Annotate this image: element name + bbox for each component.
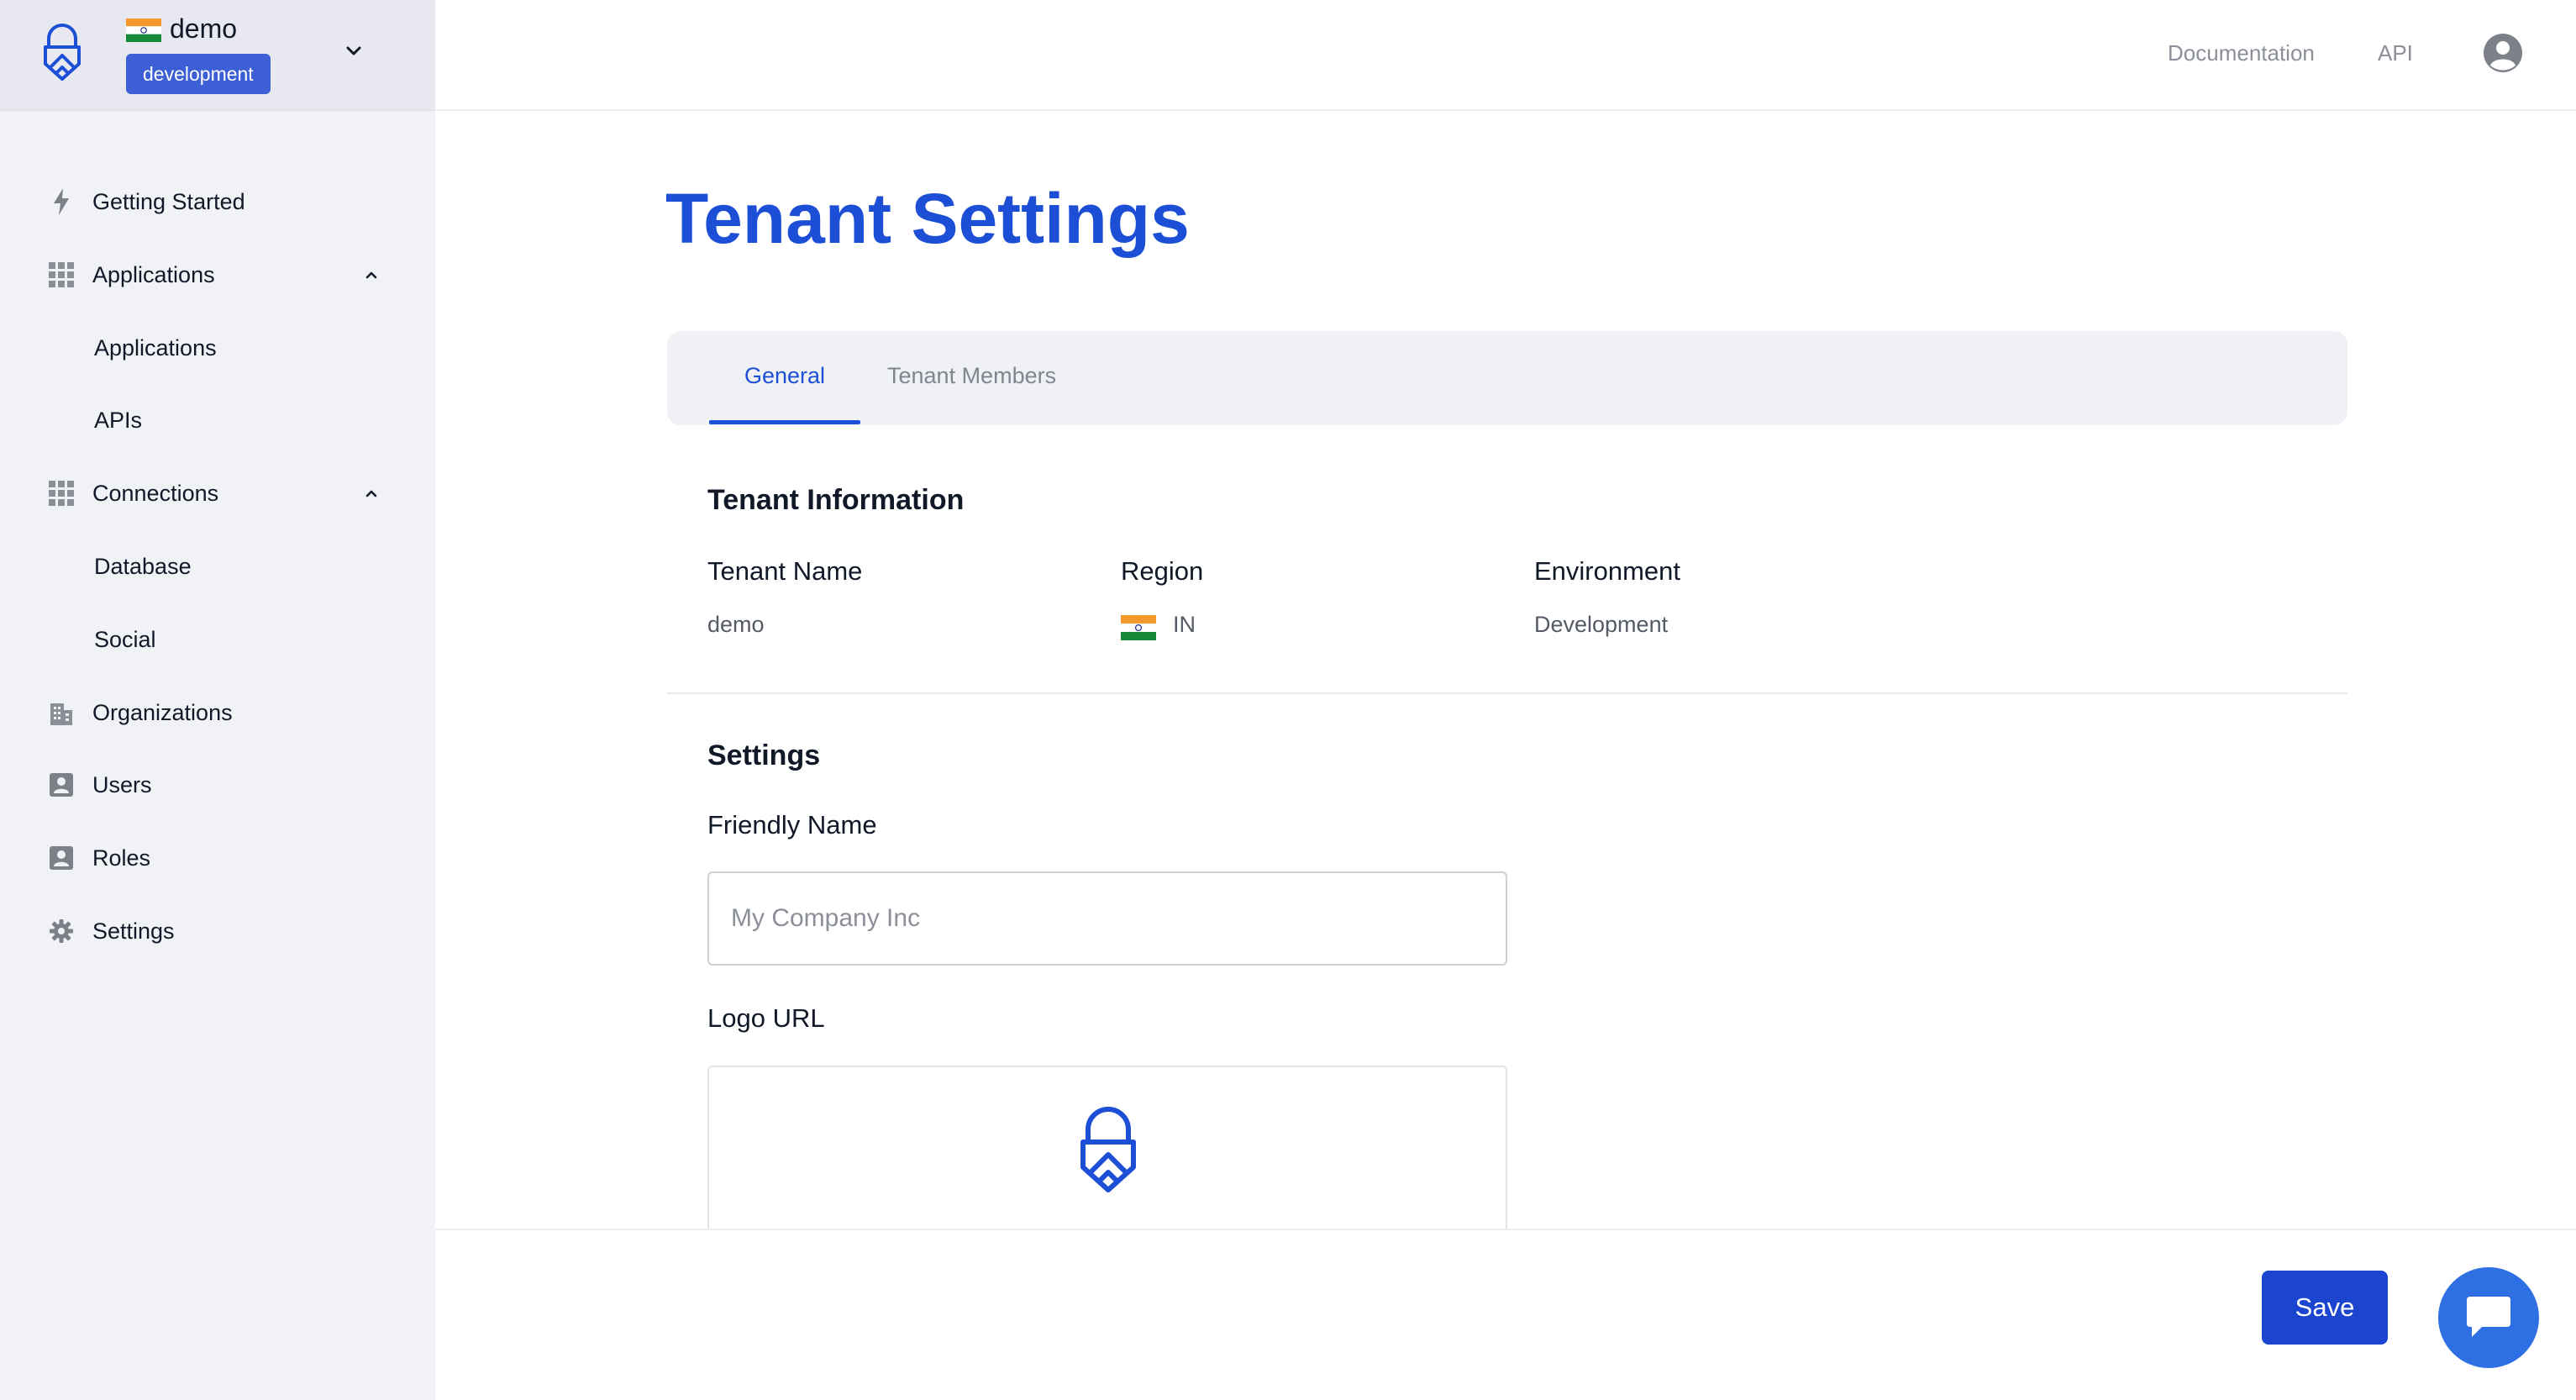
chevron-up-icon[interactable] — [361, 265, 381, 285]
sidebar-item-label: Settings — [92, 918, 175, 944]
tab-tenant-members[interactable]: Tenant Members — [887, 363, 1056, 389]
gear-icon — [47, 917, 76, 945]
sidebar-item-roles[interactable]: Roles — [0, 831, 435, 885]
region-label: Region — [1121, 556, 1204, 586]
documentation-link[interactable]: Documentation — [2168, 40, 2315, 66]
sidebar-item-users[interactable]: Users — [0, 758, 435, 812]
api-link[interactable]: API — [2378, 40, 2413, 66]
sidebar: demo development Getting Started Applica… — [0, 0, 435, 1400]
sidebar-item-label: Getting Started — [92, 188, 245, 214]
tab-general[interactable]: General — [744, 363, 825, 389]
sidebar-item-applications-group[interactable]: Applications — [0, 248, 435, 302]
logo-url-label: Logo URL — [707, 1003, 825, 1033]
sidebar-item-label: Applications — [94, 334, 217, 361]
brand-shield-logo-icon — [44, 24, 81, 81]
india-flag-icon — [1121, 615, 1156, 640]
india-flag-icon — [126, 18, 161, 42]
friendly-name-input[interactable] — [707, 871, 1507, 966]
building-icon — [47, 698, 76, 727]
region-value: IN — [1173, 612, 1196, 637]
tenant-information-title: Tenant Information — [707, 484, 965, 516]
chat-support-button[interactable] — [2438, 1267, 2539, 1368]
section-divider — [667, 692, 2347, 694]
sidebar-item-social[interactable]: Social — [0, 613, 435, 666]
lightning-icon — [47, 187, 76, 216]
sidebar-item-label: Connections — [92, 480, 219, 506]
environment-value: Development — [1534, 612, 1669, 637]
tenant-name-label: Tenant Name — [707, 556, 863, 586]
brand-shield-logo-icon — [1080, 1107, 1136, 1192]
save-button[interactable]: Save — [2262, 1271, 2388, 1345]
sidebar-item-label: Organizations — [92, 699, 233, 725]
grid-icon — [47, 261, 76, 289]
chevron-down-icon[interactable] — [341, 39, 366, 64]
settings-tabs: General Tenant Members — [667, 331, 2347, 425]
sidebar-item-settings[interactable]: Settings — [0, 904, 435, 958]
sidebar-item-label: Roles — [92, 845, 151, 871]
contact-card-icon — [47, 771, 76, 799]
sidebar-item-label: Applications — [92, 261, 215, 287]
footer-bar — [435, 1229, 2576, 1400]
environment-label: Environment — [1534, 556, 1681, 586]
sidebar-item-connections-group[interactable]: Connections — [0, 466, 435, 520]
sidebar-item-label: APIs — [94, 407, 143, 433]
sidebar-item-database[interactable]: Database — [0, 539, 435, 593]
chat-bubble-icon — [2467, 1297, 2510, 1337]
sidebar-item-organizations[interactable]: Organizations — [0, 686, 435, 739]
settings-section-title: Settings — [707, 739, 821, 771]
tenant-switcher[interactable]: demo development — [0, 0, 435, 111]
tenant-name-value: demo — [707, 612, 765, 637]
sidebar-item-label: Database — [94, 553, 192, 579]
friendly-name-label: Friendly Name — [707, 810, 877, 839]
user-account-icon[interactable] — [2482, 32, 2524, 74]
page-title: Tenant Settings — [665, 179, 1190, 258]
environment-badge: development — [126, 54, 271, 94]
active-tab-indicator — [709, 420, 860, 424]
grid-icon — [47, 479, 76, 508]
sidebar-item-applications[interactable]: Applications — [0, 321, 435, 375]
sidebar-item-apis[interactable]: APIs — [0, 393, 435, 447]
chevron-up-icon[interactable] — [361, 483, 381, 503]
tenant-name: demo — [170, 13, 238, 44]
logo-preview-box[interactable] — [707, 1066, 1507, 1234]
sidebar-item-label: Social — [94, 626, 156, 652]
contact-card-icon — [47, 844, 76, 872]
sidebar-item-label: Users — [92, 771, 152, 797]
sidebar-item-getting-started[interactable]: Getting Started — [0, 175, 435, 229]
